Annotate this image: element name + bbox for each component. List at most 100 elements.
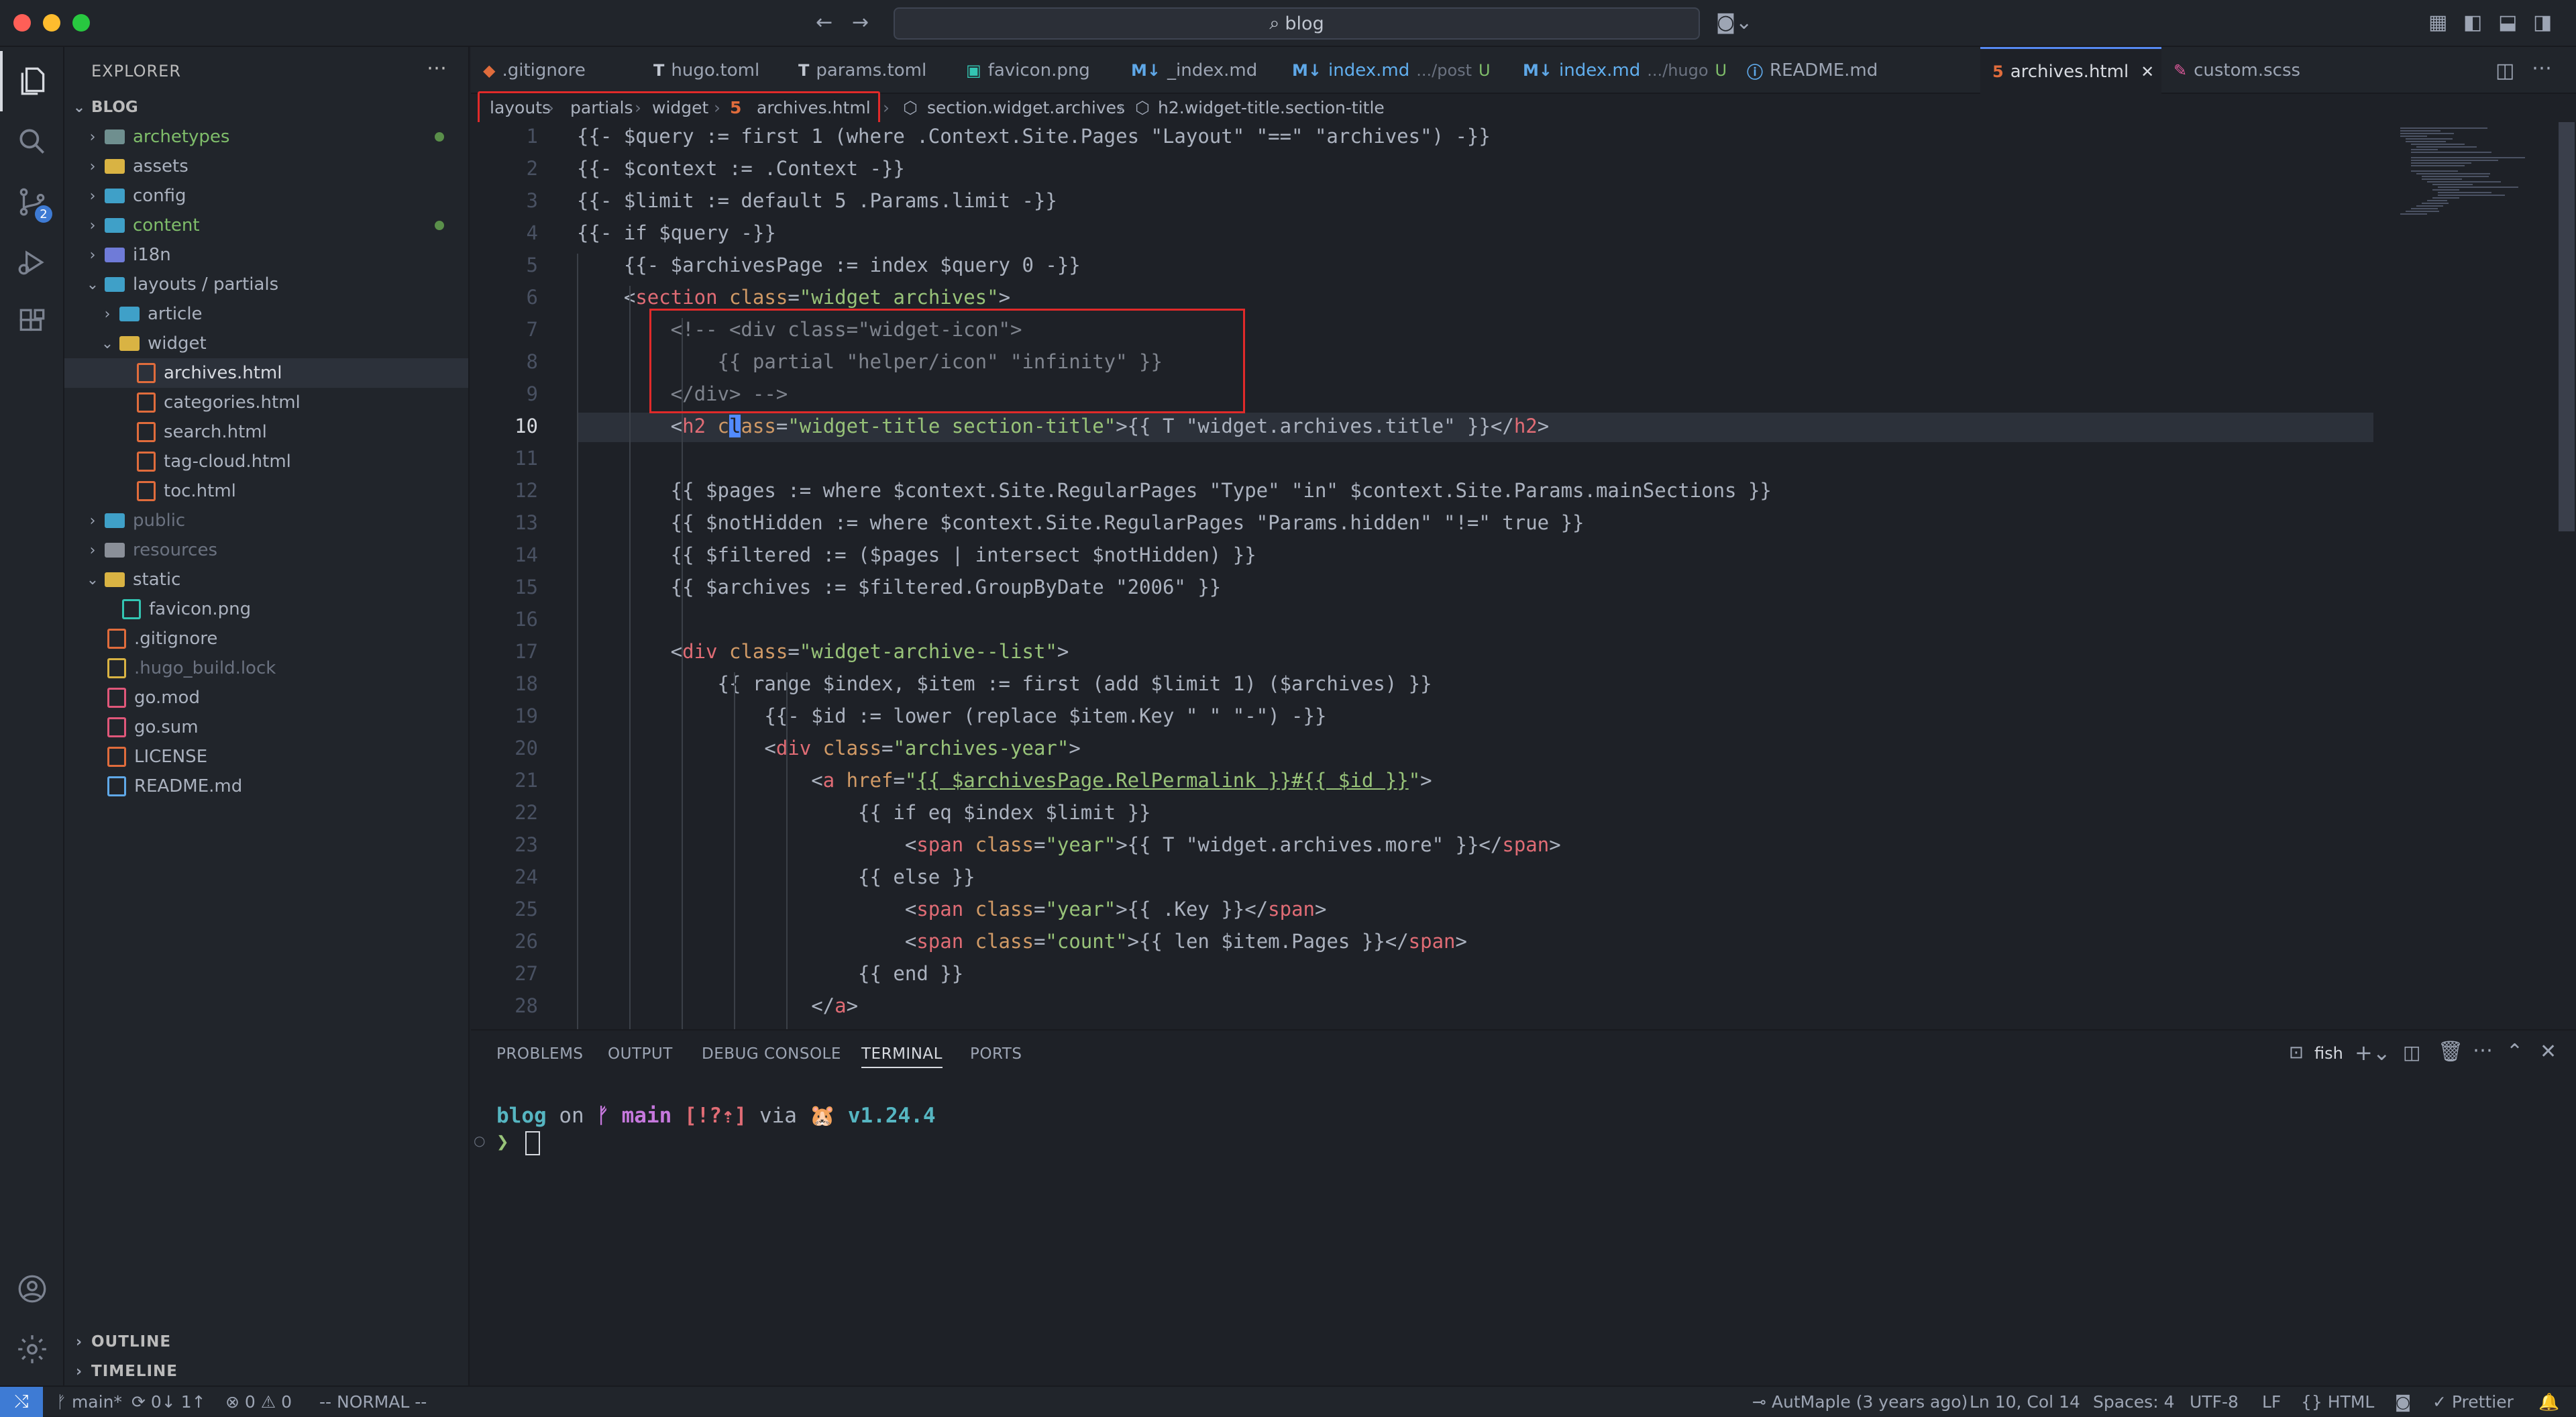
tree-item[interactable]: › archetypes <box>64 122 468 152</box>
editor-tab[interactable]: ◆ .gitignore <box>471 47 641 94</box>
encoding[interactable]: UTF-8 <box>2190 1392 2239 1412</box>
editor-scrollbar-thumb[interactable] <box>2559 122 2575 531</box>
search-icon[interactable] <box>0 111 64 172</box>
tree-item[interactable]: ⌄ widget <box>64 329 468 358</box>
language-mode[interactable]: {} HTML <box>2301 1392 2374 1412</box>
editor-tab[interactable]: M↓ _index.md <box>1119 47 1280 94</box>
minimize-window-button[interactable] <box>43 14 60 32</box>
editor-tab[interactable]: ⓘ README.md <box>1735 47 1980 94</box>
tree-item[interactable]: › i18n <box>64 240 468 270</box>
tree-item[interactable]: LICENSE <box>64 742 468 772</box>
line-number: 7 <box>526 318 538 341</box>
settings-gear-icon[interactable] <box>0 1319 64 1379</box>
tree-item-label: content <box>133 215 200 235</box>
code-line: <div class="widget-archive--list"> <box>577 640 1069 663</box>
end-of-line[interactable]: LF <box>2262 1392 2281 1412</box>
folder-open-icon <box>119 336 140 351</box>
tree-item[interactable]: .gitignore <box>64 624 468 653</box>
tree-item[interactable]: › config <box>64 181 468 211</box>
more-actions-icon[interactable]: ⋯ <box>2532 56 2552 80</box>
close-tab-icon[interactable]: ✕ <box>2141 62 2154 81</box>
tab-ports[interactable]: PORTS <box>970 1045 1022 1063</box>
split-terminal-icon[interactable]: ◫ <box>2403 1041 2420 1063</box>
tree-item[interactable]: ⌄ layouts / partials <box>64 270 468 299</box>
tree-item[interactable]: tag-cloud.html <box>64 447 468 476</box>
git-blame[interactable]: ⊸ AutMaple (3 years ago) <box>1752 1392 1968 1412</box>
tree-item[interactable]: › resources <box>64 535 468 565</box>
sync-status[interactable]: ⟳ 0↓ 1↑ <box>131 1392 206 1412</box>
problems-status[interactable]: ⊗ 0 ⚠ 0 <box>225 1392 292 1412</box>
tree-item[interactable]: › public <box>64 506 468 535</box>
tree-item-label: config <box>133 186 186 206</box>
tab-terminal[interactable]: TERMINAL <box>861 1045 943 1068</box>
toggle-secondary-sidebar-icon[interactable]: ◨ <box>2533 11 2552 34</box>
breadcrumb-item[interactable]: section.widget.archives <box>927 98 1125 117</box>
tab-output[interactable]: OUTPUT <box>608 1045 673 1063</box>
toggle-panel-icon[interactable]: ⬓ <box>2498 11 2517 34</box>
tab-debug-console[interactable]: DEBUG CONSOLE <box>702 1045 841 1063</box>
editor-tab[interactable]: ▣ favicon.png <box>954 47 1119 94</box>
tab-label: archives.html <box>2010 61 2129 82</box>
tree-item-label: article <box>148 304 203 324</box>
tree-item[interactable]: categories.html <box>64 388 468 417</box>
editor-tab[interactable]: M↓ index.md .../hugo U <box>1511 47 1735 94</box>
tree-item[interactable]: README.md <box>64 772 468 801</box>
editor-tab[interactable]: M↓ index.md .../post U <box>1280 47 1511 94</box>
tree-item[interactable]: toc.html <box>64 476 468 506</box>
kill-terminal-icon[interactable]: 🗑 <box>2438 1040 2463 1063</box>
tree-item[interactable]: › assets <box>64 152 468 181</box>
editor-tab[interactable]: Tparams.toml <box>786 47 954 94</box>
tree-item[interactable]: ⌄ static <box>64 565 468 594</box>
run-debug-icon[interactable] <box>0 232 64 293</box>
tree-item[interactable]: favicon.png <box>64 594 468 624</box>
prettier-status[interactable]: ✓ Prettier <box>2432 1392 2514 1412</box>
tree-item[interactable]: go.sum <box>64 713 468 742</box>
tree-item-label: public <box>133 511 186 531</box>
remote-indicator-icon[interactable]: ⤭ <box>0 1387 43 1417</box>
cursor-position[interactable]: Ln 10, Col 14 <box>1970 1392 2080 1412</box>
tree-item[interactable]: › content <box>64 211 468 240</box>
more-actions-icon[interactable]: ⋯ <box>427 56 447 80</box>
code-editor[interactable]: 1 {{- $query := first 1 (where .Context.S… <box>471 122 2373 1029</box>
extensions-icon[interactable] <box>0 293 64 353</box>
more-actions-icon[interactable]: ⋯ <box>2473 1039 2493 1062</box>
forward-arrow-icon[interactable]: → <box>852 11 869 34</box>
indentation[interactable]: Spaces: 4 <box>2093 1392 2174 1412</box>
editor-tab[interactable]: 5 archives.html ✕ <box>1980 47 2161 94</box>
close-window-button[interactable] <box>13 14 31 32</box>
close-panel-icon[interactable]: ✕ <box>2540 1040 2557 1063</box>
editor-tab[interactable]: Thugo.toml <box>641 47 786 94</box>
maximize-window-button[interactable] <box>72 14 90 32</box>
editor-tab[interactable]: ✎ custom.scss <box>2161 47 2322 94</box>
copilot-icon[interactable]: ◙⌄ <box>1716 11 1752 34</box>
maximize-panel-icon[interactable]: ⌃ <box>2506 1040 2523 1063</box>
tab-path-hint: .../hugo <box>1647 61 1709 80</box>
minimap[interactable] <box>2373 122 2561 1029</box>
customize-layout-icon[interactable]: ▦ <box>2428 11 2447 34</box>
tab-problems[interactable]: PROBLEMS <box>496 1045 584 1063</box>
account-icon[interactable] <box>0 1259 64 1319</box>
tree-item[interactable]: search.html <box>64 417 468 447</box>
source-control-icon[interactable]: 2 <box>0 172 64 232</box>
timeline-section-header[interactable]: › TIMELINE <box>64 1357 468 1386</box>
terminal-input-line[interactable]: ❯ <box>496 1130 541 1155</box>
new-terminal-icon[interactable]: +⌄ <box>2355 1040 2391 1065</box>
terminal-shell-name[interactable]: fish <box>2314 1044 2343 1063</box>
split-editor-icon[interactable]: ◫ <box>2496 59 2514 83</box>
tree-item[interactable]: › article <box>64 299 468 329</box>
toggle-sidebar-icon[interactable]: ◧ <box>2463 11 2482 34</box>
back-arrow-icon[interactable]: ← <box>816 11 833 34</box>
git-branch-status[interactable]: ᚠ main* <box>56 1392 122 1412</box>
line-number: 1 <box>526 125 538 148</box>
workspace-root[interactable]: ⌄ BLOG <box>64 93 468 122</box>
tree-item[interactable]: .hugo_build.lock <box>64 653 468 683</box>
tree-item[interactable]: archives.html <box>64 358 468 388</box>
copilot-status-icon[interactable]: ◙ <box>2395 1392 2411 1412</box>
tree-item[interactable]: go.mod <box>64 683 468 713</box>
explorer-icon[interactable] <box>0 51 64 111</box>
notifications-bell-icon[interactable]: 🔔 <box>2538 1392 2559 1412</box>
command-center-search[interactable]: ⌕ blog <box>894 7 1700 40</box>
breadcrumb-item[interactable]: h2.widget-title.section-title <box>1158 98 1385 117</box>
line-number: 19 <box>515 704 538 727</box>
outline-section-header[interactable]: › OUTLINE <box>64 1327 468 1357</box>
